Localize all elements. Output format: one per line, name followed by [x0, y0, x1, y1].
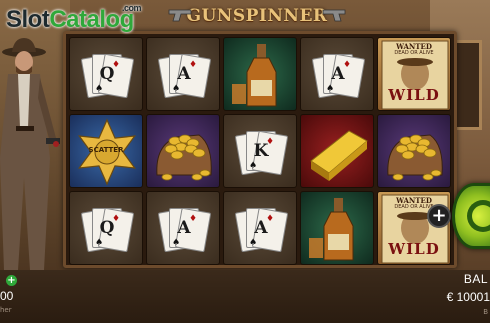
- spade-suit-icon: ♠: [95, 84, 104, 94]
- reel-cell-card-fan: A ♦ ♠: [223, 191, 297, 265]
- gold-bar-icon: [310, 130, 368, 181]
- bottom-panel: [0, 270, 490, 323]
- reel-frame: Q ♦ ♠ A ♦ ♠ A ♦ ♠ WANTED DEAD OR ALIVE WILD SCATTER K…: [63, 31, 457, 268]
- reel-cell-card-fan: A ♦ ♠: [146, 37, 220, 111]
- logo-com: .com: [122, 3, 142, 13]
- reel-cell-card-fan: K ♦ ♠: [223, 114, 297, 188]
- gold-sack-icon: [387, 134, 443, 181]
- cowboy-character: [0, 38, 60, 270]
- slotcatalog-logo: SlotCatalog .com: [6, 3, 142, 34]
- logo-slot: Slot: [6, 6, 50, 33]
- pistol-icon: [168, 9, 192, 22]
- balance-caption: B: [483, 308, 488, 316]
- spade-suit-icon: ♠: [172, 238, 181, 248]
- diamond-suit-icon: ♦: [189, 60, 198, 70]
- reel-cell-gold-bar: [300, 114, 374, 188]
- pistol-icon: [322, 9, 346, 22]
- game-title-banner: GUNSPINNER: [168, 0, 346, 32]
- bet-value: 00: [0, 289, 14, 303]
- reel-cell-whiskey-bottle: [223, 37, 297, 111]
- plus-icon: +: [431, 205, 447, 226]
- spade-suit-icon: ♠: [95, 238, 104, 248]
- scatter-label: SCATTER: [88, 146, 124, 154]
- whiskey-bottle-icon: [232, 44, 277, 107]
- spin-refresh-icon: [467, 200, 490, 232]
- whiskey-bottle-icon: [309, 198, 354, 261]
- spin-button[interactable]: [452, 183, 490, 249]
- game-title: GUNSPINNER: [186, 6, 328, 26]
- reel-cell-wanted-wild: WANTED DEAD OR ALIVE WILD: [377, 37, 451, 111]
- reel-cell-sheriff-star: SCATTER: [69, 114, 143, 188]
- reel-cell-card-fan: Q ♦ ♠: [69, 191, 143, 265]
- spade-suit-icon: ♠: [249, 161, 258, 171]
- diamond-suit-icon: ♦: [112, 60, 121, 70]
- wild-text: WILD: [388, 86, 440, 104]
- diamond-suit-icon: ♦: [112, 214, 121, 224]
- reel-cell-card-fan: A ♦ ♠: [146, 191, 220, 265]
- wanted-subtext: DEAD OR ALIVE: [394, 50, 434, 56]
- diamond-suit-icon: ♦: [266, 214, 275, 224]
- diamond-suit-icon: ♦: [266, 137, 275, 147]
- reel-cell-whiskey-bottle: [300, 191, 374, 265]
- reel-cell-gold-sack: [146, 114, 220, 188]
- spade-suit-icon: ♠: [326, 84, 335, 94]
- add-coins-icon[interactable]: +: [6, 275, 17, 286]
- reel-cell-gold-sack: [377, 114, 451, 188]
- reel-cell-card-fan: A ♦ ♠: [300, 37, 374, 111]
- diamond-suit-icon: ♦: [343, 60, 352, 70]
- balance-label: BAL: [463, 272, 488, 286]
- gold-sack-icon: [156, 134, 212, 181]
- diamond-suit-icon: ♦: [189, 214, 198, 224]
- spade-suit-icon: ♠: [249, 238, 258, 248]
- balance-value: € 10001: [446, 290, 490, 304]
- reel-grid: Q ♦ ♠ A ♦ ♠ A ♦ ♠ WANTED DEAD OR ALIVE WILD SCATTER K…: [69, 37, 451, 265]
- bet-plus-button[interactable]: +: [427, 204, 451, 228]
- reel-cell-card-fan: Q ♦ ♠: [69, 37, 143, 111]
- wild-text: WILD: [388, 240, 440, 258]
- spade-suit-icon: ♠: [172, 84, 181, 94]
- bet-caption: her: [0, 306, 12, 314]
- reel-cell-wanted-wild: WANTED DEAD OR ALIVE WILD: [377, 191, 451, 265]
